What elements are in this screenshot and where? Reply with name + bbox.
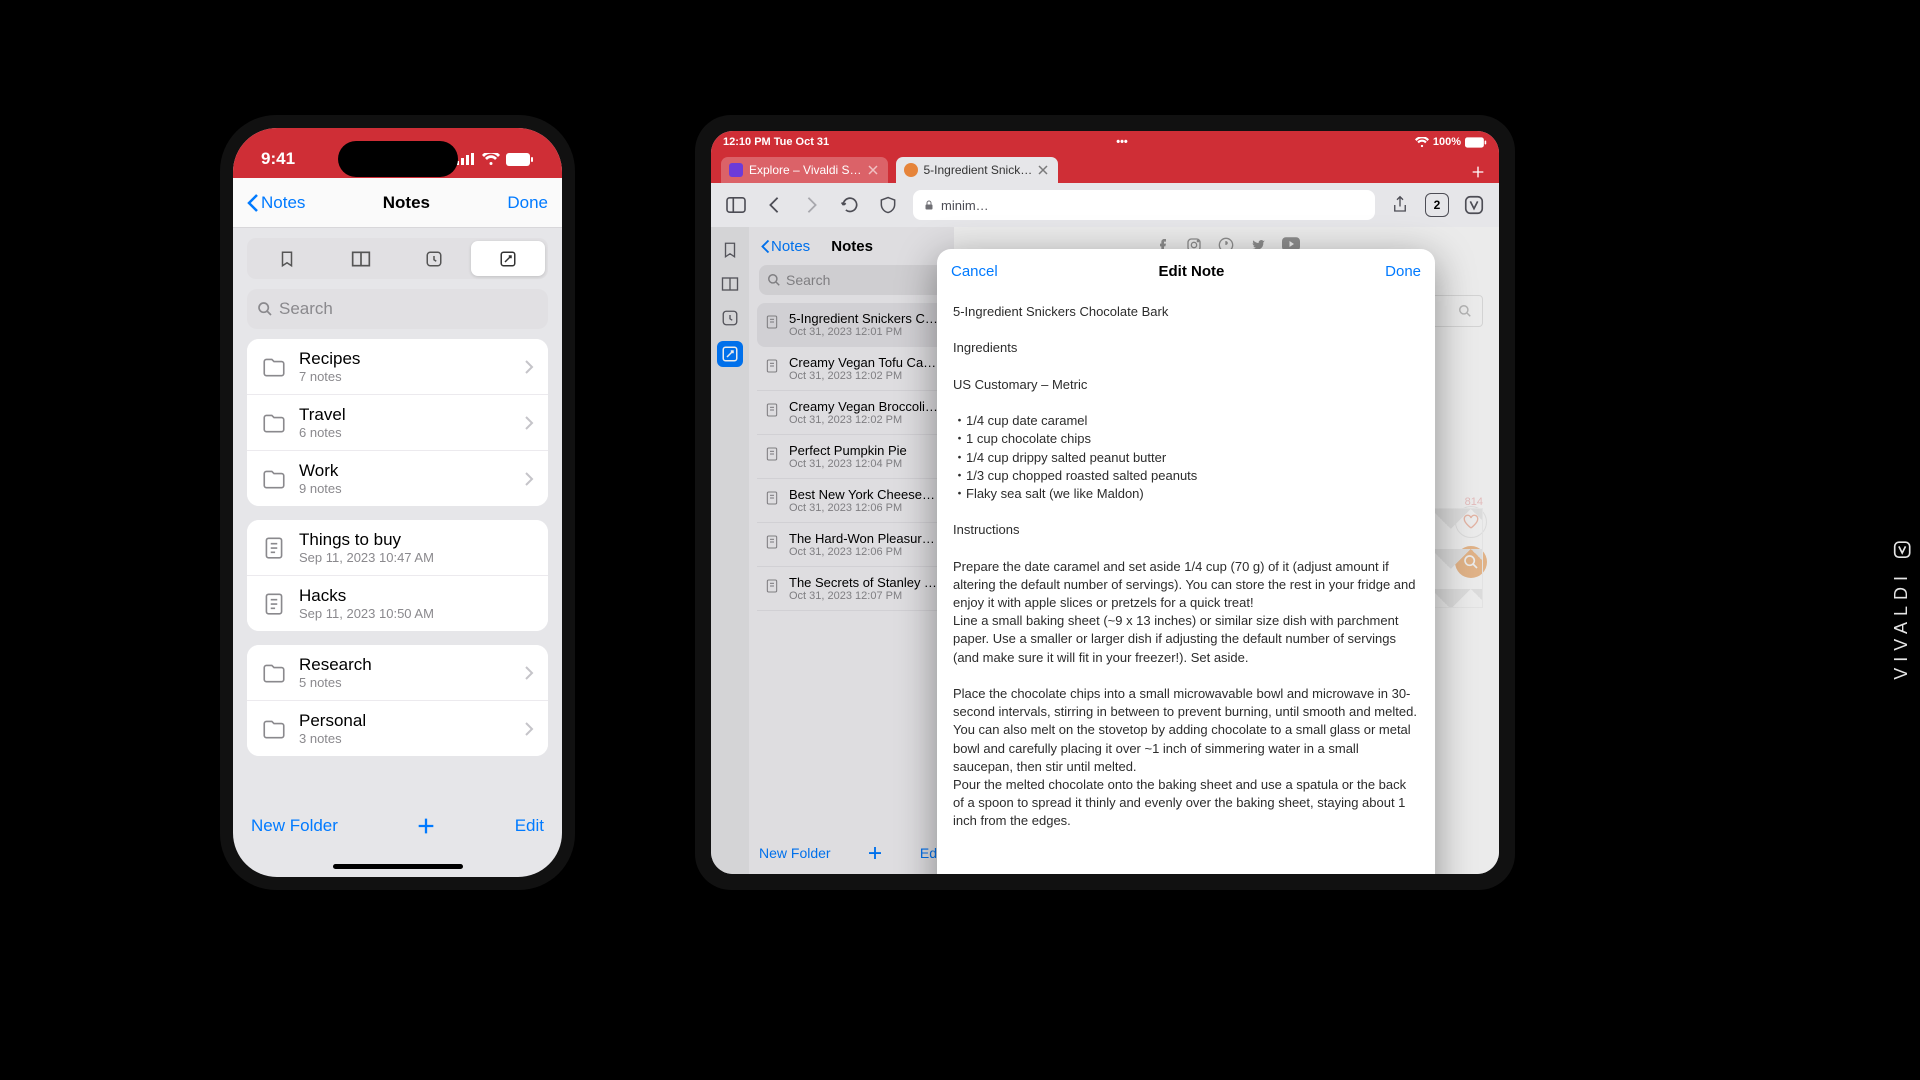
compose-icon xyxy=(499,250,517,268)
note-icon xyxy=(261,591,287,617)
chevron-left-icon xyxy=(247,193,259,213)
note-text-field[interactable]: 5-Ingredient Snickers Chocolate Bark Ing… xyxy=(937,293,1435,874)
reload-button[interactable] xyxy=(837,192,863,218)
chevron-right-icon xyxy=(524,721,534,737)
tab-count-button[interactable]: 2 xyxy=(1425,193,1449,217)
vivaldi-menu-button[interactable] xyxy=(1461,192,1487,218)
ipad-device: 12:10 PM Tue Oct 31 ••• 100% Explore – V… xyxy=(695,115,1515,890)
search-icon xyxy=(257,301,273,317)
new-folder-button[interactable]: New Folder xyxy=(251,816,338,836)
ipad-app: Notes Notes Search 5-Ingredient Snickers… xyxy=(711,227,1499,874)
close-icon[interactable] xyxy=(1038,165,1048,175)
note-hacks[interactable]: HacksSep 11, 2023 10:50 AM xyxy=(247,576,548,631)
done-button[interactable]: Done xyxy=(1385,263,1421,280)
note-icon xyxy=(261,535,287,561)
new-tab-button[interactable] xyxy=(1467,161,1489,183)
plus-icon xyxy=(1470,164,1486,180)
panel-switcher xyxy=(247,238,548,279)
chevron-right-icon xyxy=(524,665,534,681)
chevron-left-icon xyxy=(767,196,781,214)
share-icon xyxy=(1391,195,1409,215)
readinglist-icon xyxy=(351,250,371,268)
status-time: 9:41 xyxy=(261,149,295,169)
folder-work[interactable]: Work9 notes xyxy=(247,451,548,506)
folder-personal[interactable]: Personal3 notes xyxy=(247,701,548,756)
folder-icon xyxy=(261,354,287,380)
cellular-icon xyxy=(456,153,476,165)
wifi-icon xyxy=(1415,137,1429,148)
search-input[interactable]: Search xyxy=(247,289,548,329)
edit-note-modal: Cancel Edit Note Done 5-Ingredient Snick… xyxy=(937,249,1435,874)
tab-explore[interactable]: Explore – Vivaldi S… xyxy=(721,157,888,183)
home-indicator[interactable] xyxy=(333,864,463,869)
history-icon xyxy=(425,250,443,268)
multitask-icon[interactable]: ••• xyxy=(1116,136,1128,148)
chevron-right-icon xyxy=(524,471,534,487)
brand-icon xyxy=(1892,540,1912,560)
vivaldi-icon xyxy=(1463,194,1485,216)
status-icons xyxy=(456,153,534,166)
segmented-control-row xyxy=(233,228,562,285)
iphone-screen: 9:41 Notes Notes Done xyxy=(233,128,562,877)
battery-icon xyxy=(1465,137,1487,148)
bookmarks-tab[interactable] xyxy=(250,241,324,276)
bookmark-icon xyxy=(278,250,296,268)
add-note-button[interactable] xyxy=(415,815,437,837)
done-button[interactable]: Done xyxy=(507,193,548,213)
chevron-right-icon xyxy=(524,359,534,375)
address-text: minim… xyxy=(941,198,989,213)
folder-recipes[interactable]: Recipes7 notes xyxy=(247,339,548,395)
folder-group-2: Research5 notes Personal3 notes xyxy=(247,645,548,756)
notes-list[interactable]: Recipes7 notes Travel6 notes Work9 notes xyxy=(233,339,562,797)
share-button[interactable] xyxy=(1387,192,1413,218)
folder-icon xyxy=(261,716,287,742)
dynamic-island xyxy=(338,141,458,177)
shield-icon xyxy=(878,195,898,215)
chevron-right-icon xyxy=(805,196,819,214)
browser-tabs: Explore – Vivaldi S… 5-Ingredient Snick… xyxy=(711,153,1499,183)
folder-icon xyxy=(261,410,287,436)
notes-group: Things to buySep 11, 2023 10:47 AM Hacks… xyxy=(247,520,548,631)
iphone-nav-header: Notes Notes Done xyxy=(233,178,562,228)
favicon-icon xyxy=(729,163,743,177)
modal-title: Edit Note xyxy=(1159,263,1225,280)
readinglist-tab[interactable] xyxy=(324,241,398,276)
tab-recipe[interactable]: 5-Ingredient Snick… xyxy=(896,157,1059,183)
brand-text: VIVALDI xyxy=(1892,570,1913,680)
edit-button[interactable]: Edit xyxy=(515,816,544,836)
cancel-button[interactable]: Cancel xyxy=(951,263,998,280)
wifi-icon xyxy=(482,153,500,165)
nav-title: Notes xyxy=(383,193,430,213)
shield-button[interactable] xyxy=(875,192,901,218)
status-battery-pct: 100% xyxy=(1433,136,1461,148)
search-row: Search xyxy=(233,285,562,339)
panel-icon xyxy=(725,196,747,214)
close-icon[interactable] xyxy=(868,165,878,175)
back-button[interactable]: Notes xyxy=(247,193,305,213)
reload-icon xyxy=(840,195,860,215)
modal-header: Cancel Edit Note Done xyxy=(937,249,1435,293)
favicon-icon xyxy=(904,163,918,177)
nav-forward-button[interactable] xyxy=(799,192,825,218)
ipad-screen: 12:10 PM Tue Oct 31 ••• 100% Explore – V… xyxy=(711,131,1499,874)
brand-watermark: VIVALDI xyxy=(1892,540,1913,680)
nav-back-button[interactable] xyxy=(761,192,787,218)
folder-icon xyxy=(261,466,287,492)
notes-tab[interactable] xyxy=(471,241,545,276)
history-tab[interactable] xyxy=(398,241,472,276)
address-bar[interactable]: minim… xyxy=(913,190,1375,220)
folder-travel[interactable]: Travel6 notes xyxy=(247,395,548,451)
iphone-device: 9:41 Notes Notes Done xyxy=(220,115,575,890)
chevron-right-icon xyxy=(524,415,534,431)
lock-icon xyxy=(923,198,935,212)
status-left: 12:10 PM Tue Oct 31 xyxy=(723,136,829,148)
note-things[interactable]: Things to buySep 11, 2023 10:47 AM xyxy=(247,520,548,576)
battery-icon xyxy=(506,153,534,166)
folder-research[interactable]: Research5 notes xyxy=(247,645,548,701)
browser-toolbar: minim… 2 xyxy=(711,183,1499,227)
ipad-status-bar: 12:10 PM Tue Oct 31 ••• 100% xyxy=(711,131,1499,153)
panel-toggle-button[interactable] xyxy=(723,192,749,218)
folder-group-1: Recipes7 notes Travel6 notes Work9 notes xyxy=(247,339,548,506)
folder-icon xyxy=(261,660,287,686)
